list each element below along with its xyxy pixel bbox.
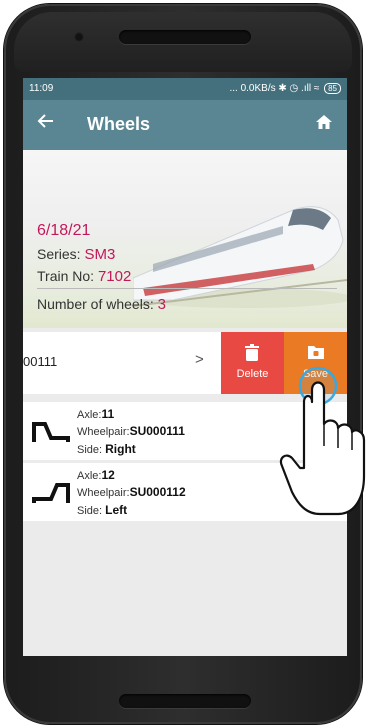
battery-icon: 85 [324, 83, 341, 94]
app-bar: Wheels [23, 100, 347, 150]
axle-value: 11 [101, 407, 115, 421]
arrow-left-icon[interactable] [37, 112, 55, 136]
wheel-left-icon [32, 483, 70, 503]
status-bar: 11:09 ... 0.0KB/s ✱ ◷ .ıll ≈ 85 [23, 78, 347, 100]
status-indicators: ... 0.0KB/s ✱ ◷ .ıll ≈ 85 [229, 83, 341, 94]
side-value: Left [105, 503, 128, 517]
wheelpair-value: SU000111 [129, 424, 185, 438]
front-camera [74, 32, 84, 42]
train-no-value: 7102 [97, 268, 132, 285]
side-line: Side: Left [77, 503, 127, 517]
delete-label: Delete [236, 368, 269, 380]
status-time: 11:09 [29, 83, 54, 94]
side-line: Side: Right [77, 442, 136, 456]
wheelpair-label: Wheelpair: [77, 487, 130, 499]
top-speaker [119, 30, 251, 44]
trash-icon [245, 344, 259, 361]
home-icon[interactable] [315, 113, 333, 131]
wheels-count-value: 3 [157, 296, 166, 313]
folder-icon [308, 346, 324, 359]
divider [37, 288, 337, 289]
wheelpair-line: Wheelpair:SU000112 [77, 485, 186, 499]
wheels-count-line: Number of wheels: 3 [37, 296, 166, 313]
axle-line: Axle:12 [77, 468, 115, 482]
list-item-code: 00111 [23, 354, 58, 369]
series-value: SM3 [84, 246, 116, 263]
series-label: Series: [37, 246, 81, 262]
series-line: Series: SM3 [37, 246, 115, 263]
train-no-label: Train No: [37, 268, 95, 284]
wheelpair-line: Wheelpair:SU000111 [77, 424, 185, 438]
wheelpair-value: SU000112 [129, 485, 186, 499]
hand-pointer-icon [279, 366, 366, 516]
delete-button[interactable]: Delete [221, 332, 284, 394]
side-value: Right [105, 442, 136, 456]
page-title: Wheels [87, 114, 151, 134]
wheelpair-label: Wheelpair: [77, 426, 130, 438]
side-label: Side: [77, 505, 103, 517]
chevron-right-icon: > [195, 351, 204, 368]
train-no-line: Train No: 7102 [37, 268, 131, 285]
wheel-right-icon [32, 422, 70, 442]
train-info-header: 6/18/21 Series: SM3 Train No: 7102 Numbe… [23, 150, 347, 328]
bottom-speaker [119, 694, 251, 708]
axle-label: Axle: [77, 409, 102, 421]
side-label: Side: [77, 444, 103, 456]
wheels-count-label: Number of wheels: [37, 296, 154, 312]
axle-line: Axle:11 [77, 407, 114, 421]
axle-label: Axle: [77, 470, 102, 482]
train-date: 6/18/21 [37, 222, 91, 239]
axle-value: 12 [101, 468, 115, 482]
status-network-text: ... 0.0KB/s ✱ ◷ .ıll ≈ [229, 83, 320, 94]
